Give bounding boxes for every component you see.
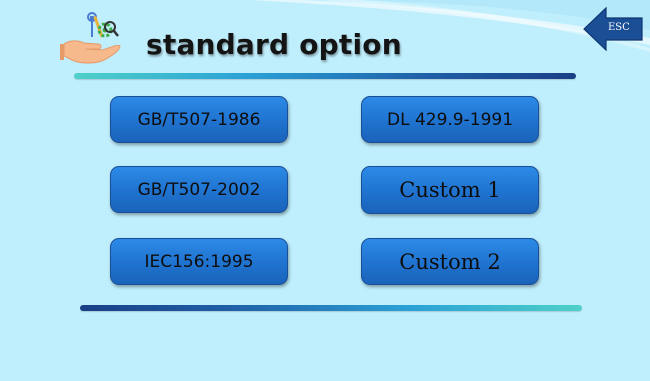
- header-divider: [74, 73, 576, 79]
- page-title: standard option: [146, 28, 402, 61]
- option-iec156-1995-button[interactable]: IEC156:1995: [110, 238, 288, 285]
- option-custom-1-button[interactable]: Custom 1: [361, 166, 539, 214]
- settings-tools-icon: [60, 10, 122, 65]
- footer-divider: [80, 305, 582, 311]
- esc-label: ESC: [608, 22, 630, 33]
- option-gb-t507-1986-button[interactable]: GB/T507-1986: [110, 96, 288, 143]
- option-gb-t507-2002-button[interactable]: GB/T507-2002: [110, 166, 288, 213]
- esc-button[interactable]: ESC: [582, 6, 644, 52]
- standard-option-screen: standard option ESC GB/T507-1986 DL 429.…: [0, 0, 650, 381]
- option-dl-429-9-1991-button[interactable]: DL 429.9-1991: [361, 96, 539, 143]
- option-custom-2-button[interactable]: Custom 2: [361, 238, 539, 285]
